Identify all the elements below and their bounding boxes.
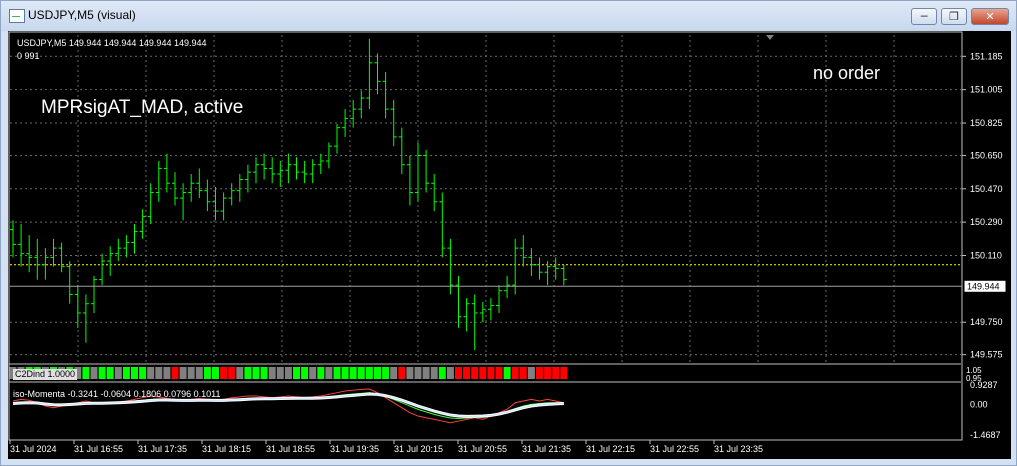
c2d-indicator-block bbox=[503, 367, 511, 379]
c2d-indicator-block bbox=[430, 367, 438, 379]
c2d-indicator-block bbox=[560, 367, 568, 379]
title-bar[interactable]: USDJPY,M5 (visual) ─ ❐ ✕ bbox=[1, 1, 1016, 31]
c2d-indicator-block bbox=[122, 367, 130, 379]
c2d-indicator-block bbox=[284, 367, 292, 379]
c2d-indicator-block bbox=[163, 367, 171, 379]
time-axis-label: 31 Jul 16:55 bbox=[74, 444, 123, 454]
c2d-indicator-block bbox=[179, 367, 187, 379]
c2d-indicator-block bbox=[333, 367, 341, 379]
time-axis-label: 31 Jul 18:55 bbox=[266, 444, 315, 454]
c2d-indicator-block bbox=[301, 367, 309, 379]
c2d-indicator-block bbox=[349, 367, 357, 379]
chart-window: USDJPY,M5 (visual) ─ ❐ ✕ 151.185 151.005 1… bbox=[0, 0, 1017, 466]
order-status-label: no order bbox=[813, 63, 881, 83]
c2d-indicator-block bbox=[252, 367, 260, 379]
restore-button[interactable]: ❐ bbox=[941, 8, 967, 25]
close-button[interactable]: ✕ bbox=[971, 8, 1009, 25]
c2d-indicator-block bbox=[139, 367, 147, 379]
c2d-indicator-block bbox=[382, 367, 390, 379]
price-axis-label: 151.005 bbox=[970, 85, 1003, 95]
c2d-indicator-block bbox=[90, 367, 98, 379]
info-line: 0 991 bbox=[17, 51, 40, 61]
time-axis-label: 31 Jul 21:35 bbox=[522, 444, 571, 454]
price-axis-label: 150.110 bbox=[970, 251, 1002, 261]
c2d-indicator-block bbox=[155, 367, 163, 379]
c2d-indicator-block bbox=[414, 367, 422, 379]
time-axis-label: 31 Jul 19:35 bbox=[330, 444, 379, 454]
c2d-indicator-block bbox=[527, 367, 535, 379]
time-axis-label: 31 Jul 23:35 bbox=[714, 444, 763, 454]
c2d-indicator-block bbox=[244, 367, 252, 379]
time-axis-label: 31 Jul 18:15 bbox=[202, 444, 251, 454]
price-axis-label: 150.470 bbox=[970, 184, 1003, 194]
c2d-indicator-block bbox=[398, 367, 406, 379]
c2d-indicator-block bbox=[325, 367, 333, 379]
price-axis-label: 149.750 bbox=[970, 317, 1003, 327]
c2d-indicator-block bbox=[471, 367, 479, 379]
window-title: USDJPY,M5 (visual) bbox=[28, 8, 136, 22]
c2d-indicator-block bbox=[98, 367, 106, 379]
time-axis-label: 31 Jul 22:15 bbox=[586, 444, 635, 454]
c2d-indicator-block bbox=[341, 367, 349, 379]
c2d-indicator-block bbox=[114, 367, 122, 379]
c2d-indicator-block bbox=[487, 367, 495, 379]
c2d-indicator-block bbox=[220, 367, 228, 379]
time-axis-label: 31 Jul 20:15 bbox=[394, 444, 443, 454]
current-price-label: 149.944 bbox=[967, 281, 1000, 291]
c2d-indicator-block bbox=[309, 367, 317, 379]
c2d-indicator-block bbox=[171, 367, 179, 379]
c2d-indicator-block bbox=[374, 367, 381, 379]
c2d-indicator-block bbox=[228, 367, 236, 379]
momentum-indicator-label: iso-Momenta -0.3241 -0.0604 0.1806 0.079… bbox=[13, 389, 221, 399]
c2d-indicator-block bbox=[422, 367, 430, 379]
c2d-indicator-block bbox=[195, 367, 203, 379]
minimize-button[interactable]: ─ bbox=[911, 8, 937, 25]
c2d-indicator-block bbox=[479, 367, 487, 379]
c2d-indicator-block bbox=[276, 367, 284, 379]
c2d-indicator-block bbox=[519, 367, 527, 379]
c2d-indicator-label: C2Dind 1.0000 bbox=[13, 369, 78, 380]
c2d-indicator-block bbox=[544, 367, 552, 379]
c2d-indicator-block bbox=[552, 367, 560, 379]
time-axis-label: 31 Jul 22:55 bbox=[650, 444, 699, 454]
chart-window-icon bbox=[9, 9, 25, 23]
time-axis-label: 31 Jul 17:35 bbox=[138, 444, 187, 454]
c2d-indicator-block bbox=[536, 367, 543, 379]
c2d-indicator-block bbox=[365, 367, 373, 379]
momentum-scale-label: -1.4687 bbox=[970, 430, 1001, 440]
c2d-indicator-block bbox=[203, 367, 211, 379]
c2d-indicator-block bbox=[438, 367, 446, 379]
c2d-indicator-block bbox=[293, 367, 300, 379]
price-axis-label: 151.185 bbox=[970, 51, 1003, 61]
c2d-indicator-block bbox=[236, 367, 244, 379]
c2d-indicator-block bbox=[147, 367, 155, 379]
time-axis-label: 31 Jul 20:55 bbox=[458, 444, 507, 454]
c2d-indicator-block bbox=[455, 367, 462, 379]
c2d-indicator-block bbox=[317, 367, 325, 379]
price-axis-label: 149.575 bbox=[970, 350, 1003, 360]
price-axis-label: 150.825 bbox=[970, 118, 1003, 128]
chart-shift-marker[interactable] bbox=[766, 35, 774, 40]
c2d-indicator-block bbox=[187, 367, 195, 379]
c2d-indicator-block bbox=[463, 367, 471, 379]
time-axis-label: 31 Jul 2024 bbox=[10, 444, 57, 454]
symbol-ohlc-line: USDJPY,M5 149.944 149.944 149.944 149.94… bbox=[17, 38, 207, 48]
c2d-indicator-block bbox=[495, 367, 503, 379]
c2d-indicator-block bbox=[511, 367, 519, 379]
c2d-indicator-block bbox=[406, 367, 414, 379]
price-axis-label: 150.290 bbox=[970, 217, 1003, 227]
c2d-indicator-block bbox=[446, 367, 454, 379]
c2d-indicator-block bbox=[212, 367, 219, 379]
price-axis-label: 150.650 bbox=[970, 150, 1003, 160]
c2d-indicator-block bbox=[131, 367, 138, 379]
ea-status-label: MPRsigAT_MAD, active bbox=[41, 97, 244, 118]
c2d-indicator-block bbox=[390, 367, 398, 379]
c2d-indicator-block bbox=[106, 367, 114, 379]
momentum-scale-label: 0.00 bbox=[970, 399, 988, 409]
c2d-indicator-block bbox=[82, 367, 90, 379]
momentum-scale-label: 0.9287 bbox=[970, 380, 998, 390]
c2d-indicator-block bbox=[260, 367, 268, 379]
c2d-indicator-block bbox=[357, 367, 365, 379]
c2d-indicator-block bbox=[268, 367, 276, 379]
